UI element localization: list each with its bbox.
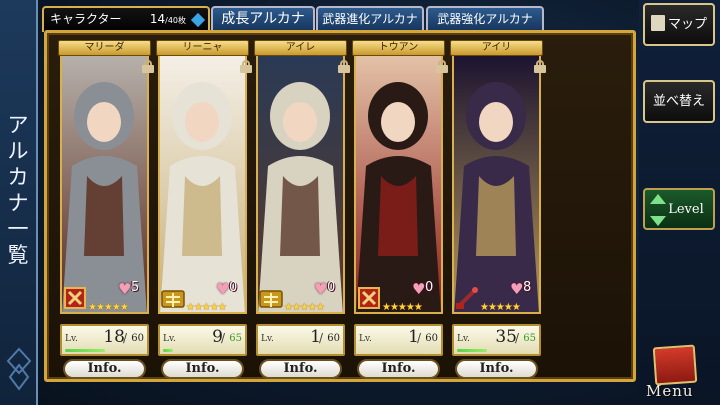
lock-icon[interactable] (338, 60, 350, 73)
info-button[interactable]: Info. (357, 359, 440, 379)
rarity-stars: ★★★★★ (480, 302, 521, 313)
gem-icon (190, 12, 206, 28)
card-name: トウアン (352, 40, 445, 56)
level-slash: / (220, 331, 225, 345)
level-prefix: Lv. (163, 334, 176, 344)
rarity-stars: ★★★★★ (284, 302, 325, 313)
tab-characters-label: キャラクター (50, 12, 122, 26)
character-portrait (452, 56, 541, 314)
tab-weapon-evolve-arcana[interactable]: 武器進化アルカナ (316, 6, 424, 32)
info-button[interactable]: Info. (161, 359, 244, 379)
character-card[interactable]: アイレ ♥ 0 ★★★★★ Lv. 1 / 60 Info. (254, 40, 350, 386)
character-portrait (256, 56, 345, 314)
lock-icon[interactable] (436, 60, 448, 73)
lock-icon[interactable] (534, 60, 546, 73)
character-card[interactable]: アイリ ♥ 8 ★★★★★ Lv. 35 / 65 Info. (450, 40, 546, 386)
level-slash: / (318, 331, 323, 345)
tab-growth-arcana[interactable]: 成長アルカナ (211, 6, 315, 32)
map-button[interactable]: マップ (643, 3, 715, 46)
cross-weapon-icon (358, 287, 380, 309)
tab-weapon-enhance-arcana[interactable]: 武器強化アルカナ (426, 6, 544, 32)
affection-count: 0 (425, 280, 434, 295)
level-max: 65 (229, 333, 242, 344)
sort-button[interactable]: 並べ替え (643, 80, 715, 123)
cross-weapon-icon (64, 287, 86, 309)
rarity-stars: ★★★★★ (382, 302, 423, 313)
heart-icon: ♥ (314, 280, 328, 298)
card-name: リーニャ (156, 40, 249, 56)
affection-count: 8 (523, 280, 532, 295)
info-button[interactable]: Info. (259, 359, 342, 379)
level-prefix: Lv. (65, 334, 78, 344)
level-prefix: Lv. (359, 334, 372, 344)
sort-arrows-icon (650, 194, 666, 226)
gold-emblem-icon (161, 290, 185, 308)
level-sort-button[interactable]: Level (643, 188, 715, 230)
level-slash: / (514, 331, 519, 345)
menu-label: Menu (646, 382, 694, 400)
heart-icon: ♥ (510, 280, 524, 298)
level-prefix: Lv. (457, 334, 470, 344)
level-bar: Lv. 18 / 60 (60, 324, 149, 356)
info-button[interactable]: Info. (63, 359, 146, 379)
map-label: マップ (667, 17, 707, 32)
character-count: 14/40枚 (149, 12, 186, 26)
info-button[interactable]: Info. (455, 359, 538, 379)
level-bar: Lv. 1 / 60 (354, 324, 443, 356)
affection-count: 5 (131, 280, 140, 295)
level-value: 35 (495, 327, 517, 347)
level-slash: / (416, 331, 421, 345)
exp-fill (163, 349, 173, 352)
heart-icon: ♥ (412, 280, 426, 298)
gold-emblem-icon (259, 290, 283, 308)
lock-icon[interactable] (142, 60, 154, 73)
arcana-list-screen: アルカナ一覧 キャラクター 14/40枚 成長アルカナ 武器進化アルカナ 武器強… (0, 0, 720, 405)
map-icon (650, 15, 665, 31)
level-max: 65 (523, 333, 536, 344)
affection-count: 0 (229, 280, 238, 295)
card-name: マリーダ (58, 40, 151, 56)
staff-weapon-icon (456, 287, 478, 309)
character-card[interactable]: トウアン ♥ 0 ★★★★★ Lv. 1 / 60 Info. (352, 40, 448, 386)
exp-fill (65, 349, 105, 352)
menu-button[interactable]: Menu (640, 340, 720, 402)
tab-characters[interactable]: キャラクター 14/40枚 (42, 6, 210, 32)
heart-icon: ♥ (118, 280, 132, 298)
level-slash: / (122, 331, 127, 345)
level-bar: Lv. 9 / 65 (158, 324, 247, 356)
character-portrait (158, 56, 247, 314)
character-card[interactable]: リーニャ ♥ 0 ★★★★★ Lv. 9 / 65 Info. (156, 40, 252, 386)
left-banner: アルカナ一覧 (0, 0, 38, 405)
card-name: アイリ (450, 40, 543, 56)
level-max: 60 (327, 333, 340, 344)
level-value: 18 (103, 327, 125, 347)
level-prefix: Lv. (261, 334, 274, 344)
menu-book-icon (652, 344, 698, 386)
ornament-icon (6, 347, 32, 391)
heart-icon: ♥ (216, 280, 230, 298)
character-portrait (60, 56, 149, 314)
side-title: アルカナ一覧 (7, 113, 29, 267)
rarity-stars: ★★★★★ (186, 302, 227, 313)
sort-label: 並べ替え (652, 94, 705, 109)
exp-fill (457, 349, 487, 352)
level-max: 60 (425, 333, 438, 344)
level-max: 60 (131, 333, 144, 344)
level-bar: Lv. 1 / 60 (256, 324, 345, 356)
character-portrait (354, 56, 443, 314)
rarity-stars: ★★★★★ (88, 302, 129, 313)
character-card[interactable]: マリーダ ♥ 5 ★★★★★ Lv. 18 / 60 Info. (58, 40, 154, 386)
affection-count: 0 (327, 280, 336, 295)
lock-icon[interactable] (240, 60, 252, 73)
level-bar: Lv. 35 / 65 (452, 324, 541, 356)
card-name: アイレ (254, 40, 347, 56)
